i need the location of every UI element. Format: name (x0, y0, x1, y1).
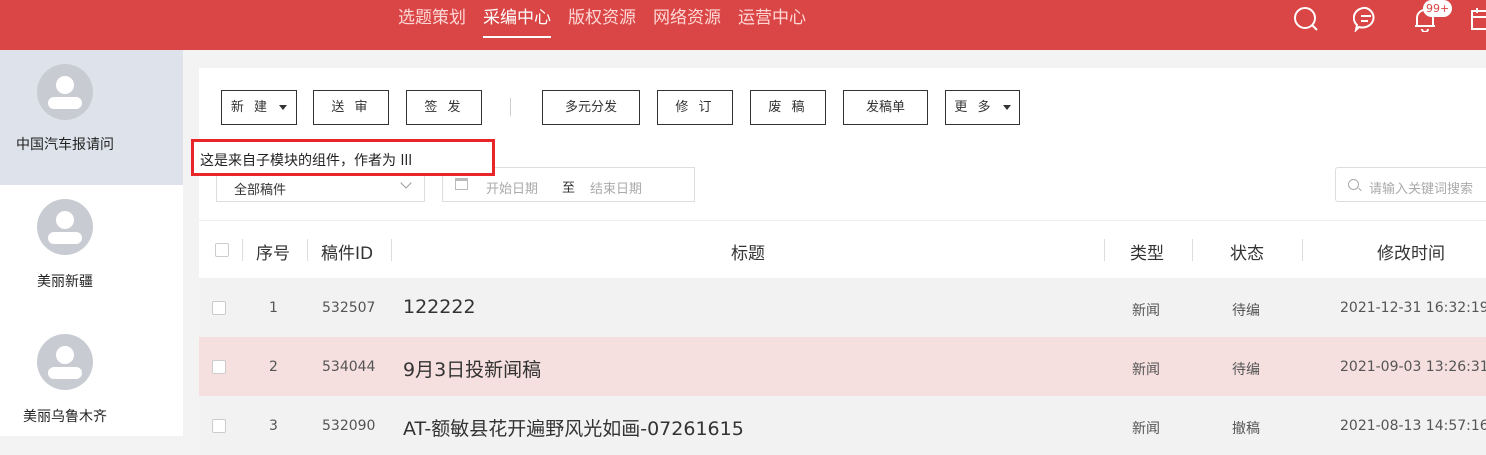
row-status: 待编 (1232, 362, 1260, 378)
chevron-down-icon (400, 177, 412, 189)
column-divider (1302, 239, 1303, 261)
calendar-icon (455, 178, 468, 190)
row-title[interactable]: 122222 (403, 296, 476, 318)
column-divider (391, 239, 392, 261)
column-divider (242, 239, 243, 261)
date-range-separator: 至 (562, 181, 576, 196)
row-type: 新闻 (1132, 362, 1160, 378)
row-id: 534044 (322, 359, 376, 375)
row-seq: 1 (269, 300, 278, 316)
table-header: 序号 稿件ID 标题 类型 状态 修改时间 (199, 220, 1486, 278)
header-seq: 序号 (256, 244, 290, 264)
revise-button[interactable]: 修 订 (657, 90, 733, 125)
header-status: 状态 (1230, 244, 1264, 264)
row-type: 新闻 (1132, 421, 1160, 437)
discard-button[interactable]: 废 稿 (750, 90, 826, 125)
row-id: 532507 (322, 300, 376, 316)
column-divider (1192, 239, 1193, 261)
submodule-notice-text: 这是来自子模块的组件，作者为 lll (200, 153, 413, 169)
row-modified: 2021-12-31 16:32:19 (1340, 300, 1486, 316)
table-row[interactable]: 3 532090 AT-额敏县花开遍野风光如画-07261615 新闻 撤稿 2… (199, 396, 1486, 455)
multi-distribution-button[interactable]: 多元分发 (542, 90, 640, 125)
table-row[interactable]: 1 532507 122222 新闻 待编 2021-12-31 16:32:1… (199, 278, 1486, 337)
more-button-label: 更 多 (954, 100, 994, 115)
avatar (37, 64, 93, 120)
header-id: 稿件ID (321, 244, 374, 264)
status-select-value: 全部稿件 (234, 183, 287, 198)
row-modified: 2021-09-03 13:26:31 (1340, 359, 1486, 375)
nav-network-resources[interactable]: 网络资源 (653, 0, 721, 38)
send-sheet-button[interactable]: 发稿单 (843, 90, 928, 125)
caret-down-icon (279, 105, 288, 110)
sidebar-item-label: 中国汽车报请问 (16, 137, 114, 153)
sidebar-item-china-auto-news[interactable]: 中国汽车报请问 (0, 50, 183, 185)
new-button-label: 新 建 (230, 100, 270, 115)
header-title: 标题 (731, 244, 765, 264)
nav-copyright-resources[interactable]: 版权资源 (568, 0, 636, 38)
calendar-icon[interactable] (1470, 6, 1486, 32)
message-icon[interactable] (1353, 6, 1379, 32)
top-nav: 选题策划 采编中心 版权资源 网络资源 运营中心 (398, 0, 823, 38)
nav-topic-planning[interactable]: 选题策划 (398, 0, 466, 38)
sidebar-item-label: 美丽新疆 (37, 274, 93, 290)
row-modified: 2021-08-13 14:57:16 (1340, 418, 1486, 434)
row-status: 待编 (1232, 303, 1260, 319)
submit-review-button[interactable]: 送 审 (313, 90, 389, 125)
main-panel: 新 建 送 审 签 发 多元分发 修 订 废 稿 发稿单 更 多 全部稿件 开始… (199, 68, 1486, 455)
new-button[interactable]: 新 建 (221, 90, 297, 125)
submodule-notice: 这是来自子模块的组件，作者为 lll (191, 139, 495, 176)
row-title[interactable]: 9月3日投新闻稿 (403, 355, 541, 382)
avatar (37, 199, 93, 255)
column-divider (1104, 239, 1105, 261)
table-row[interactable]: 2 534044 9月3日投新闻稿 新闻 待编 2021-09-03 13:26… (199, 337, 1486, 396)
more-button[interactable]: 更 多 (945, 90, 1020, 125)
sign-off-button[interactable]: 签 发 (406, 90, 482, 125)
nav-editing-center[interactable]: 采编中心 (483, 0, 551, 38)
row-seq: 2 (269, 359, 278, 375)
start-date-input[interactable]: 开始日期 (486, 178, 538, 197)
sidebar-item-beautiful-urumqi[interactable]: 美丽乌鲁木齐 (0, 320, 183, 455)
keyword-search-input[interactable]: 请输入关键词搜索 (1335, 167, 1486, 202)
end-date-input[interactable]: 结束日期 (590, 178, 642, 197)
top-bar: 选题策划 采编中心 版权资源 网络资源 运营中心 99+ (0, 0, 1486, 50)
search-placeholder: 请输入关键词搜索 (1369, 182, 1474, 197)
row-seq: 3 (269, 418, 278, 434)
sidebar-item-label: 美丽乌鲁木齐 (23, 409, 107, 425)
sidebar: 中国汽车报请问 美丽新疆 美丽乌鲁木齐 (0, 50, 183, 436)
header-type: 类型 (1130, 244, 1164, 264)
search-icon (1348, 179, 1359, 190)
row-title[interactable]: AT-额敏县花开遍野风光如画-07261615 (403, 414, 744, 441)
caret-down-icon (1002, 105, 1011, 110)
row-id: 532090 (322, 418, 376, 434)
row-checkbox[interactable] (212, 419, 226, 433)
sidebar-item-beautiful-xinjiang[interactable]: 美丽新疆 (0, 185, 183, 320)
column-divider (307, 239, 308, 261)
row-checkbox[interactable] (212, 360, 226, 374)
search-icon[interactable] (1293, 6, 1319, 32)
nav-operations-center[interactable]: 运营中心 (738, 0, 806, 38)
row-status: 撤稿 (1232, 421, 1260, 437)
avatar (37, 334, 93, 390)
select-all-checkbox[interactable] (215, 243, 229, 257)
row-type: 新闻 (1132, 303, 1160, 319)
toolbar-divider (510, 98, 511, 116)
header-modified: 修改时间 (1377, 244, 1445, 264)
notification-badge: 99+ (1423, 0, 1453, 17)
row-checkbox[interactable] (212, 301, 226, 315)
